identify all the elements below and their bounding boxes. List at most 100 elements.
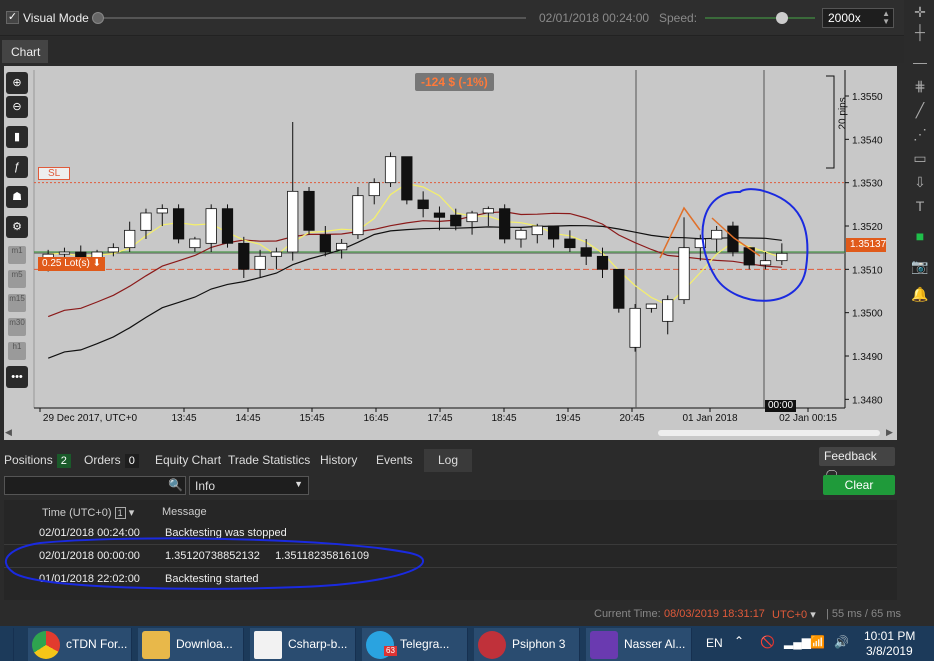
action-center-icon[interactable]: 🚫 [760,635,775,649]
timezone-selector[interactable]: UTC+0 ▾ [772,608,816,621]
time-tick-label: 13:45 [171,413,196,424]
candle-body [596,255,609,270]
time-tick-label: 14:45 [235,413,260,424]
candle-body [629,307,641,348]
candle-body [613,268,625,309]
candle-body [319,234,331,253]
fibonacci-icon[interactable]: ⋕ [910,76,930,96]
tab-log[interactable]: Log [424,449,472,472]
log-level-select[interactable]: Info ▼ [189,476,309,495]
candle-body [531,225,543,236]
tab-equity-chart[interactable]: Equity Chart [151,449,225,472]
horizontal-line-icon[interactable]: — [910,52,930,72]
log-level-value: Info [195,479,216,493]
network-icon[interactable]: ▂▄▆ [784,635,811,649]
candle-body [466,212,478,223]
volume-icon[interactable]: 🔊 [834,635,849,649]
taskbar-item-psiphon[interactable]: Psiphon 3 [474,628,580,661]
candle-body [287,190,299,253]
trendline-icon[interactable]: ╱ [910,100,930,120]
hand-drawn-ellipse [5,537,424,590]
price-tick-label: 1.3500 [852,309,883,320]
time-tick-label: 01 Jan 2018 [682,413,737,424]
pnl-badge: -124 $ (-1%) [415,73,494,91]
positions-count: 2 [56,454,71,468]
camera-icon[interactable]: 📷 [910,256,930,276]
candle-body [515,229,527,240]
candle-body [417,199,429,210]
taskbar-item-telegram[interactable]: Telegra... 63 [362,628,468,661]
color-picker-icon[interactable]: ■ [910,226,930,246]
taskbar-item-visual-studio[interactable]: Nasser Al... [586,628,692,661]
candle-body [433,212,446,218]
candle-body [384,156,397,184]
notification-badge: 63 [384,646,397,656]
vertical-line-icon[interactable]: ┼ [910,22,930,42]
candle-body [270,251,283,257]
feedback-button[interactable]: Feedback 🗨 [819,447,895,482]
chrome-icon [32,630,60,659]
price-tick-label: 1.3480 [852,395,883,406]
tab-events[interactable]: Events [372,449,417,472]
start-edge[interactable] [0,628,14,661]
time-tick-label: 02 Jan 00:15 [779,413,837,424]
search-icon[interactable]: 🔍 [168,478,183,492]
tab-positions[interactable]: Positions 2 [0,449,75,472]
crosshair-icon[interactable]: ✛ [910,2,930,22]
candle-body [662,299,674,322]
tray-overflow-icon[interactable]: ⌃ [734,634,744,648]
tab-trade-statistics[interactable]: Trade Statistics [224,449,314,472]
orders-count: 0 [124,454,139,468]
lots-text: 0.25 Lot(s) [42,258,90,269]
candle-body [368,182,380,197]
chart-scrollbar-thumb[interactable] [658,430,880,436]
tab-history[interactable]: History [316,449,361,472]
time-tick-label: 17:45 [427,413,452,424]
pips-ruler [826,75,835,169]
ma-fast-line [48,183,782,306]
taskbar-item-pdf[interactable]: Csharp-b... [250,628,356,661]
candle-body [238,242,250,270]
candle-body [221,208,234,244]
candle-body [172,208,185,240]
position-lots-label[interactable]: 0.25 Lot(s) ⬇ [38,257,105,271]
column-header-time[interactable]: Time (UTC+0) 1 ▾ [42,506,134,519]
latency-readout: | 55 ms / 65 ms [826,608,901,620]
signal-icon[interactable]: 📶 [810,635,825,649]
candle-body [482,208,494,214]
highlight-ellipse [5,537,424,590]
arrow-icon[interactable]: ⇩ [910,172,930,192]
candle-body [450,214,462,227]
candle-body [107,247,119,253]
clear-log-button[interactable]: Clear [823,475,895,495]
scroll-right-icon[interactable]: ▶ [886,427,893,438]
clock-date[interactable]: 3/8/2019 [866,644,913,658]
price-chart[interactable]: 1.3550 1.3540 1.3530 1.3520 1.3510 1.3500 1.34… [0,0,904,440]
language-indicator[interactable]: EN [706,636,723,650]
candle-body [678,247,690,301]
stop-loss-label[interactable]: SL [38,167,71,180]
time-tick-label: 16:45 [363,413,388,424]
current-price-badge: 1.35137 [846,238,886,252]
alert-bell-icon[interactable]: 🔔 [910,284,930,304]
pdf-icon [254,630,282,659]
log-search-input[interactable] [4,476,186,495]
time-tick-label: 29 Dec 2017, UTC+0 [43,413,138,424]
current-time-value: 08/03/2019 18:31:17 [664,608,765,620]
tab-orders[interactable]: Orders 0 [80,449,143,472]
taskbar-item-chrome[interactable]: cTDN For... [28,628,132,661]
clock-time[interactable]: 10:01 PM [864,629,915,643]
scroll-left-icon[interactable]: ◀ [5,427,12,438]
current-time-label: Current Time: [594,608,661,620]
taskbar-item-downloads[interactable]: Downloa... [138,628,244,661]
price-tick-label: 1.3530 [852,179,883,190]
hand-drawn-circle [701,188,809,302]
time-tick-label: 20:45 [619,413,644,424]
time-tick-label: 15:45 [299,413,324,424]
channel-icon[interactable]: ⋰ [910,124,930,144]
text-icon[interactable]: T [910,196,930,216]
time-tick-label: 19:45 [555,413,580,424]
candle-body [711,229,723,240]
column-header-message[interactable]: Message [162,506,207,518]
rectangle-icon[interactable]: ▭ [910,148,930,168]
